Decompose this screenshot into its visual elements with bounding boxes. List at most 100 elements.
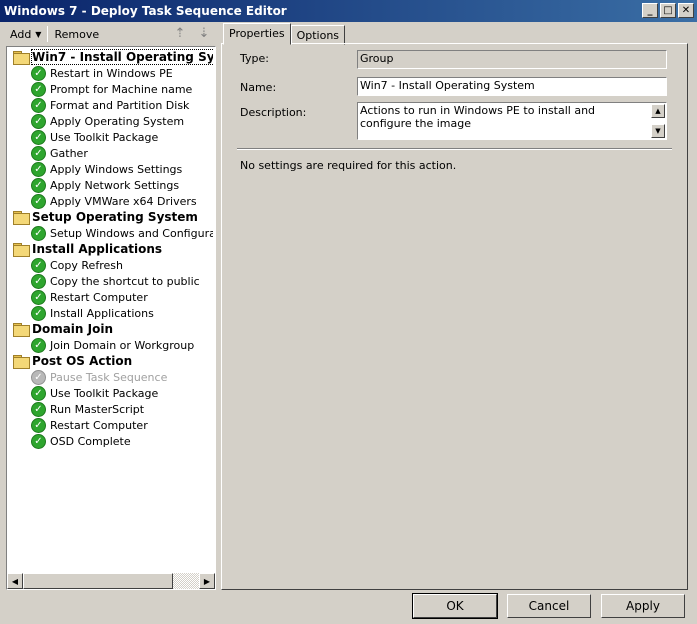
tree-step[interactable]: ✓ Use Toolkit Package <box>9 129 213 145</box>
tree-step-label: Use Toolkit Package <box>50 130 159 144</box>
move-down-icon[interactable]: ⇣ <box>196 26 212 42</box>
ok-button[interactable]: OK <box>412 593 498 619</box>
tree-step[interactable]: ✓ Prompt for Machine name <box>9 81 213 97</box>
scroll-up-button[interactable]: ▲ <box>651 104 665 118</box>
tree-group-label: Setup Operating System <box>32 210 198 224</box>
name-field[interactable]: Win7 - Install Operating System <box>357 77 667 96</box>
tab-properties[interactable]: Properties <box>223 23 291 45</box>
cancel-button[interactable]: Cancel <box>507 594 591 618</box>
tree-step-label: Pause Task Sequence <box>50 370 168 384</box>
tree-items: Win7 - Install Operating System✓Restart … <box>9 49 213 571</box>
sequence-toolbar: Add ▼ Remove ⇡ ⇣ <box>6 22 216 46</box>
folder-icon <box>13 242 30 257</box>
minimize-button[interactable]: _ <box>642 3 658 18</box>
tree-step[interactable]: ✓ Copy Refresh <box>9 257 213 273</box>
checkmark-icon: ✓ <box>31 305 46 321</box>
tree-step-label: Join Domain or Workgroup <box>50 338 195 352</box>
tree-step[interactable]: ✓ Pause Task Sequence <box>9 369 213 385</box>
tab-options[interactable]: Options <box>290 25 346 45</box>
tree-step-label: Apply Network Settings <box>50 178 180 192</box>
task-sequence-panel: Add ▼ Remove ⇡ ⇣ Win7 - Install Operatin… <box>6 22 216 590</box>
tree-step-label: Copy Refresh <box>50 258 123 272</box>
checkmark-icon: ✓ <box>31 113 46 129</box>
tree-step-label: Apply Windows Settings <box>50 162 183 176</box>
type-value: Group <box>360 52 394 65</box>
tree-step[interactable]: ✓ Apply VMWare x64 Drivers <box>9 193 213 209</box>
scroll-track[interactable] <box>23 573 199 589</box>
tree-group[interactable]: Domain Join <box>9 321 213 337</box>
remove-label: Remove <box>54 27 100 41</box>
tree-step-label: Run MasterScript <box>50 402 145 416</box>
tree-step[interactable]: ✓ OSD Complete <box>9 433 213 449</box>
task-sequence-tree[interactable]: Win7 - Install Operating System✓Restart … <box>6 46 216 590</box>
add-menu-button[interactable]: Add ▼ <box>6 26 45 43</box>
checkmark-icon: ✓ <box>31 97 46 113</box>
tree-group[interactable]: Setup Operating System <box>9 209 213 225</box>
name-value: Win7 - Install Operating System <box>360 79 535 92</box>
tree-step[interactable]: ✓ Use Toolkit Package <box>9 385 213 401</box>
checkmark-icon: ✓ <box>31 145 46 161</box>
section-divider <box>237 148 672 150</box>
tree-step[interactable]: ✓ Apply Operating System <box>9 113 213 129</box>
window-title: Windows 7 - Deploy Task Sequence Editor <box>4 4 287 18</box>
tree-step[interactable]: ✓ Install Applications <box>9 305 213 321</box>
checkmark-icon: ✓ <box>31 337 46 353</box>
tree-group-label: Win7 - Install Operating System <box>30 49 213 65</box>
description-label: Description: <box>240 106 307 119</box>
move-up-icon[interactable]: ⇡ <box>172 26 188 42</box>
tree-step-label: Prompt for Machine name <box>50 82 193 96</box>
scroll-down-button[interactable]: ▼ <box>651 124 665 138</box>
checkmark-icon: ✓ <box>31 161 46 177</box>
tree-group[interactable]: Post OS Action <box>9 353 213 369</box>
tree-step[interactable]: ✓ Restart Computer <box>9 417 213 433</box>
tree-step-label: Restart Computer <box>50 290 148 304</box>
checkmark-icon: ✓ <box>31 193 46 209</box>
tree-step[interactable]: ✓ Apply Network Settings <box>9 177 213 193</box>
tree-step[interactable]: ✓ Restart in Windows PE <box>9 65 213 81</box>
checkmark-icon: ✓ <box>31 433 46 449</box>
description-field[interactable]: Actions to run in Windows PE to install … <box>357 102 667 140</box>
tree-step-label: Restart in Windows PE <box>50 66 173 80</box>
horizontal-scrollbar[interactable]: ◀ ▶ <box>7 573 215 589</box>
tree-step[interactable]: ✓ Apply Windows Settings <box>9 161 213 177</box>
checkmark-icon: ✓ <box>31 385 46 401</box>
tree-step-label: Use Toolkit Package <box>50 386 159 400</box>
tab-bar: Properties Options <box>223 23 346 45</box>
disabled-step-icon: ✓ <box>31 369 46 385</box>
checkmark-icon: ✓ <box>31 401 46 417</box>
info-message: No settings are required for this action… <box>240 159 457 172</box>
dropdown-arrow-icon: ▼ <box>35 29 42 39</box>
remove-button[interactable]: Remove <box>50 26 103 43</box>
tree-step[interactable]: ✓ Format and Partition Disk <box>9 97 213 113</box>
maximize-button[interactable]: □ <box>660 3 676 18</box>
scroll-left-button[interactable]: ◀ <box>7 573 23 589</box>
scroll-thumb[interactable] <box>23 573 173 589</box>
maximize-icon: □ <box>663 4 673 16</box>
tree-group[interactable]: Win7 - Install Operating System <box>9 49 213 65</box>
folder-icon <box>13 322 30 337</box>
tree-step[interactable]: ✓ Run MasterScript <box>9 401 213 417</box>
tree-step[interactable]: ✓ Join Domain or Workgroup <box>9 337 213 353</box>
tree-step[interactable]: ✓ Copy the shortcut to public <box>9 273 213 289</box>
close-button[interactable]: ✕ <box>678 3 694 18</box>
scroll-right-button[interactable]: ▶ <box>199 573 215 589</box>
checkmark-icon: ✓ <box>31 177 46 193</box>
tree-step-label: Install Applications <box>50 306 154 320</box>
title-bar: Windows 7 - Deploy Task Sequence Editor … <box>0 0 697 22</box>
checkmark-icon: ✓ <box>31 129 46 145</box>
close-icon: ✕ <box>681 4 691 16</box>
folder-icon <box>13 354 30 369</box>
tree-step-label: Apply Operating System <box>50 114 185 128</box>
folder-icon <box>13 50 30 65</box>
tree-group[interactable]: Install Applications <box>9 241 213 257</box>
checkmark-icon: ✓ <box>31 289 46 305</box>
checkmark-icon: ✓ <box>31 225 46 241</box>
tree-group-label: Domain Join <box>32 322 114 336</box>
tree-step[interactable]: ✓ Setup Windows and Configuration <box>9 225 213 241</box>
tree-step-label: Copy the shortcut to public <box>50 274 200 288</box>
apply-button[interactable]: Apply <box>601 594 685 618</box>
tree-step[interactable]: ✓ Gather <box>9 145 213 161</box>
tree-step-label: Format and Partition Disk <box>50 98 190 112</box>
tree-step[interactable]: ✓ Restart Computer <box>9 289 213 305</box>
description-scrollbar[interactable]: ▲ ▼ <box>651 104 665 138</box>
